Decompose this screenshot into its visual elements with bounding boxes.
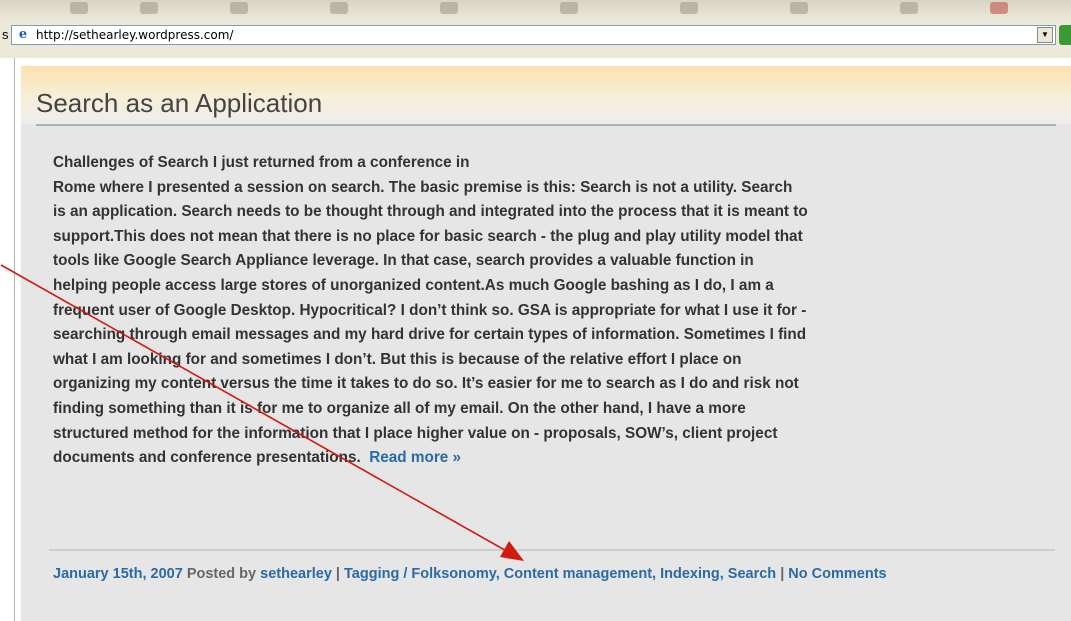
author-link[interactable]: sethearley: [260, 566, 332, 582]
left-divider: [14, 58, 15, 621]
post-title[interactable]: Search as an Application: [36, 88, 322, 119]
toolbar-button-icon[interactable]: [990, 2, 1008, 14]
toolbar-button-icon[interactable]: [560, 2, 578, 14]
post-body-line: structured method for the information th…: [53, 424, 778, 442]
post-body-last-line: documents and conference presentations. …: [53, 446, 1053, 471]
post-header: Search as an Application: [21, 66, 1071, 124]
post-body-line: tools like Google Search Appliance lever…: [53, 252, 754, 270]
posted-by-label: Posted by: [186, 566, 257, 582]
toolbar-button-icon[interactable]: [790, 2, 808, 14]
post-body-line: is an application. Search needs to be th…: [53, 203, 808, 221]
title-underline: [36, 124, 1056, 126]
page-content: Search as an Application Challenges of S…: [0, 58, 1071, 621]
meta-divider: [49, 549, 1055, 551]
toolbar-button-icon[interactable]: [70, 2, 88, 14]
post-body-line: what I am looking for and sometimes I do…: [53, 350, 742, 368]
address-bar[interactable]: e http://sethearley.wordpress.com/ ▼: [11, 25, 1056, 45]
post-body-line: Challenges of Search I just returned fro…: [53, 154, 470, 171]
post-body-line: documents and conference presentations.: [53, 449, 361, 467]
category-link-indexing[interactable]: Indexing: [660, 566, 720, 582]
toolbar-button-icon[interactable]: [900, 2, 918, 14]
category-link-content-management[interactable]: Content management: [504, 566, 652, 582]
post-body-line: searching through email messages and my …: [53, 326, 807, 344]
toolbar-button-icon[interactable]: [680, 2, 698, 14]
category-link-search[interactable]: Search: [728, 566, 776, 582]
meta-separator: |: [335, 566, 340, 582]
address-label: s: [2, 27, 9, 42]
post-body-line: organizing my content versus the time it…: [53, 375, 799, 393]
go-button[interactable]: [1059, 25, 1071, 45]
toolbar-button-icon[interactable]: [140, 2, 158, 14]
post-body-line: support.This does not mean that there is…: [53, 227, 803, 245]
post-body-line: helping people access large stores of un…: [53, 276, 774, 294]
toolbar-button-icon[interactable]: [440, 2, 458, 14]
post-body-line: finding something than it is for me to o…: [53, 399, 746, 417]
post-body-line: Rome where I presented a session on sear…: [53, 178, 793, 196]
read-more-link[interactable]: Read more »: [369, 449, 461, 466]
toolbar-button-icon[interactable]: [230, 2, 248, 14]
address-bar-row: s e http://sethearley.wordpress.com/ ▼: [0, 20, 1071, 58]
post-body-line: frequent user of Google Desktop. Hypocri…: [53, 301, 807, 319]
post-date-link[interactable]: January 15th, 2007: [53, 566, 183, 582]
toolbar-button-icon[interactable]: [330, 2, 348, 14]
meta-separator: |: [780, 566, 785, 582]
post-body: Challenges of Search I just returned fro…: [53, 151, 1053, 471]
address-dropdown-button[interactable]: ▼: [1037, 27, 1053, 43]
ie-page-icon: e: [18, 27, 28, 42]
browser-toolbar: [0, 0, 1071, 21]
address-url[interactable]: http://sethearley.wordpress.com/: [36, 28, 233, 42]
category-link-tagging[interactable]: Tagging / Folksonomy: [344, 566, 496, 582]
comments-link[interactable]: No Comments: [788, 566, 886, 582]
post-meta: January 15th, 2007 Posted by sethearley …: [53, 566, 887, 582]
